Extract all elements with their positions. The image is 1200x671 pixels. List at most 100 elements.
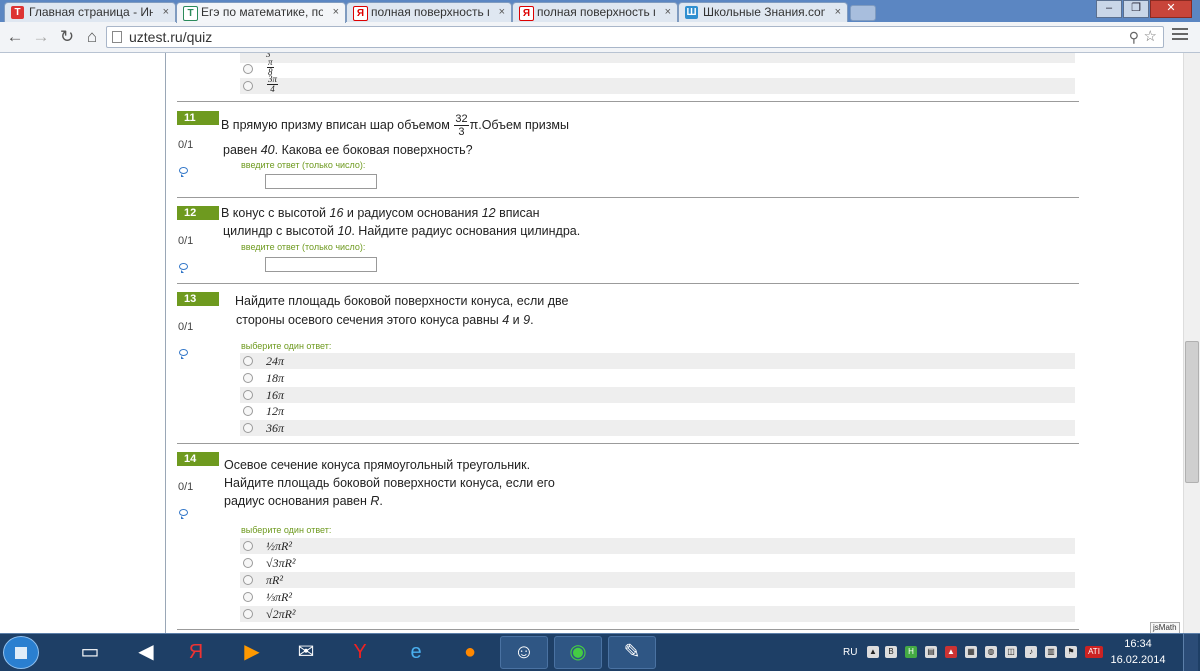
maximize-icon[interactable]: ❐ [1123,0,1149,18]
tab-label: полная поверхность пир [371,5,489,19]
yandex-icon[interactable]: Я [172,636,220,669]
paint-icon[interactable]: ✎ [608,636,656,669]
question-separator [177,443,1079,444]
reload-icon[interactable]: ↻ [56,26,78,48]
comment-bubble-icon[interactable] [179,349,188,359]
answer-option[interactable]: 36π [240,420,1075,436]
tray-app-icon[interactable]: ◫ [1005,646,1017,658]
answer-hint: введите ответ (только число): [241,160,366,170]
tab-school-knowledge[interactable]: Ш Школьные Знания.com - × [678,2,848,22]
answer-option[interactable]: √3πR² [240,555,1075,571]
radio-button[interactable] [243,64,253,74]
question-separator [177,197,1079,198]
scrollbar-thumb[interactable] [1185,341,1199,483]
radio-button[interactable] [243,390,253,400]
new-tab-button[interactable] [850,5,876,21]
tray-app-b-icon[interactable]: B [885,646,897,658]
tray-app-icon[interactable]: ◍ [985,646,997,658]
volume-icon[interactable]: ♪ [1025,646,1037,658]
address-bar[interactable]: uztest.ru/quiz ⚲ ☆ [106,26,1164,48]
radio-button[interactable] [243,423,253,433]
answer-input[interactable] [265,257,377,272]
show-desktop-button[interactable] [1183,634,1198,671]
mail-icon[interactable]: ✉ [282,636,330,669]
question-text-line2: цилиндр с высотой 10. Найдите радиус осн… [223,224,581,238]
comment-bubble-icon[interactable] [179,509,188,519]
tab-label: Егэ по математике, подго [201,5,323,19]
tab-close-icon[interactable]: × [665,3,671,21]
system-clock[interactable]: 16:34 16.02.2014 [1108,636,1168,668]
answer-option[interactable]: πR² [240,572,1075,588]
tray-app-icon[interactable]: ▦ [965,646,977,658]
ball-app-icon[interactable]: ● [446,636,494,669]
url-text[interactable]: uztest.ru/quiz [129,27,212,47]
option-label: ⅓πR² [266,590,292,604]
answer-hint: выберите один ответ: [241,341,332,351]
tab-close-icon[interactable]: × [333,3,339,21]
question-score: 0/1 [178,481,194,493]
radio-button[interactable] [243,541,253,551]
start-button-icon[interactable] [3,636,39,669]
tray-app-h-icon[interactable]: H [905,646,917,658]
tab-main-page[interactable]: T Главная страница - Инте × [4,2,176,22]
forward-arrow-icon[interactable]: → [30,26,52,48]
bookmark-star-icon[interactable]: ☆ [1144,27,1157,47]
language-indicator[interactable]: RU [843,634,857,671]
tray-arrow-icon[interactable]: ▲ [867,646,879,658]
jsmath-button[interactable]: jsMath [1150,622,1180,633]
answer-option[interactable]: 24π [240,353,1075,369]
file-explorer-icon[interactable]: ▭ [66,636,114,669]
yandex-browser-icon[interactable]: Y [336,636,384,669]
ati-icon[interactable]: ATI [1085,646,1103,658]
option-label: 16π [266,388,285,402]
network-icon[interactable]: ▥ [1045,646,1057,658]
tab-yandex-search-2[interactable]: Я полная поверхность пир × [512,2,678,22]
answer-option[interactable]: ⅓πR² [240,589,1075,605]
tray-app-icon[interactable]: ▤ [925,646,937,658]
radio-button[interactable] [243,609,253,619]
tab-close-icon[interactable]: × [163,3,169,21]
answer-option[interactable]: 18π [240,370,1075,386]
tab-ege-math[interactable]: T Егэ по математике, подго × [176,2,346,23]
internet-explorer-icon[interactable]: e [392,636,440,669]
tab-yandex-search-1[interactable]: Я полная поверхность пир × [346,2,512,22]
tab-close-icon[interactable]: × [835,3,841,21]
option-label: 24π [266,354,285,368]
answer-option[interactable]: 16π [240,387,1075,403]
radio-button[interactable] [243,592,253,602]
question-number-badge: 14 [177,452,219,466]
chrome-icon[interactable]: ◉ [554,636,602,669]
back-arrow-icon[interactable]: ← [4,26,26,48]
people-app-icon[interactable]: ☺ [500,636,548,669]
question-score: 0/1 [178,321,194,333]
answer-option[interactable]: π8 [240,58,1075,77]
comment-bubble-icon[interactable] [179,263,188,273]
home-icon[interactable]: ⌂ [81,26,103,48]
video-player-icon[interactable]: ▶ [228,636,276,669]
answer-input[interactable] [265,174,377,189]
flag-icon[interactable]: ⚑ [1065,646,1077,658]
question-text: В конус с высотой 16 и радиусом основани… [221,206,540,220]
answer-option[interactable]: √2πR² [240,606,1075,622]
question-separator [177,283,1079,284]
radio-button[interactable] [243,81,253,91]
site-favicon-icon: T [183,6,198,21]
media-player-icon[interactable]: ◀ [122,636,170,669]
answer-option[interactable]: 12π [240,403,1075,419]
minimize-icon[interactable]: – [1096,0,1122,18]
tab-close-icon[interactable]: × [499,3,505,21]
menu-icon[interactable] [1172,28,1188,44]
radio-button[interactable] [243,575,253,585]
answer-option[interactable]: ½πR² [240,538,1075,554]
close-window-icon[interactable]: ✕ [1150,0,1192,18]
zoom-icon[interactable]: ⚲ [1129,27,1139,47]
tray-pdf-icon[interactable]: ▲ [945,646,957,658]
radio-button[interactable] [243,356,253,366]
answer-option[interactable]: 3π 4 [240,75,1075,94]
radio-button[interactable] [243,558,253,568]
comment-bubble-icon[interactable] [179,167,188,177]
radio-button[interactable] [243,406,253,416]
page-icon [112,31,122,43]
option-label: √2πR² [266,607,296,621]
radio-button[interactable] [243,373,253,383]
